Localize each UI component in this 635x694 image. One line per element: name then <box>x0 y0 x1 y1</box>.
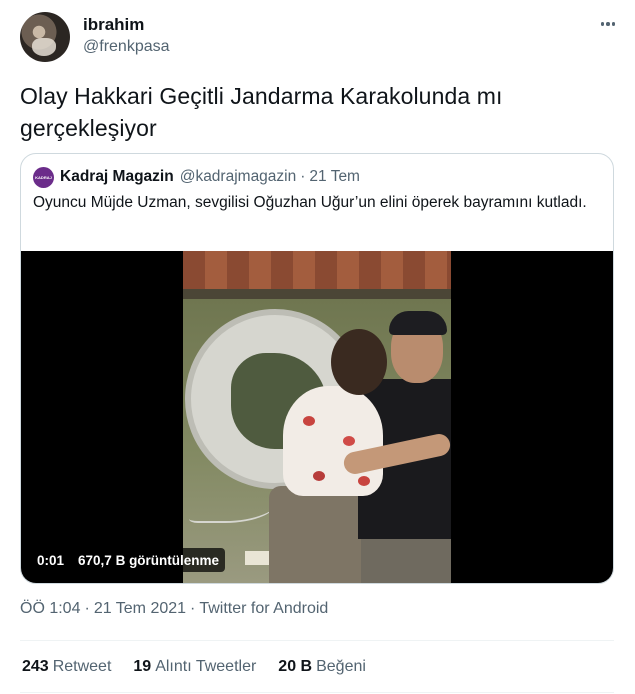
tweet-source[interactable]: Twitter for Android <box>199 600 328 617</box>
timestamp-separator: · <box>84 600 90 617</box>
video-frame <box>183 251 451 583</box>
tweet-header: ibrahim @frenkpasa <box>20 12 620 66</box>
tweet-timestamp: ÖÖ 1:04 · 21 Tem 2021 · Twitter for Android <box>20 600 328 618</box>
retweet-count-value: 243 <box>22 658 49 675</box>
author-name[interactable]: ibrahim <box>83 15 144 35</box>
video-time: 0:01 <box>37 552 65 568</box>
timestamp-separator-2: · <box>190 600 196 617</box>
like-count-value: 20 B <box>278 658 313 675</box>
quoted-author-name: Kadraj Magazin <box>60 168 174 185</box>
tweet-time[interactable]: ÖÖ 1:04 <box>20 600 80 617</box>
video-views: 670,7 B görüntülenme <box>78 552 220 568</box>
tweet: ibrahim @frenkpasa Olay Hakkari Geçitli … <box>0 0 635 694</box>
like-count-label: Beğeni <box>316 658 366 675</box>
video-player[interactable]: 0:01 670,7 B görüntülenme <box>21 251 613 583</box>
tweet-date[interactable]: 21 Tem 2021 <box>94 600 186 617</box>
tweet-stats: 243 Retweet 19 Alıntı Tweetler 20 B Beğeni <box>22 658 366 676</box>
quoted-tweet[interactable]: KADRAJ Kadraj Magazin @kadrajmagazin · 2… <box>20 153 614 584</box>
avatar[interactable] <box>20 12 70 62</box>
quoted-avatar: KADRAJ <box>33 166 54 188</box>
quote-tweet-count[interactable]: 19 Alıntı Tweetler <box>133 658 256 676</box>
bottom-divider <box>20 692 614 693</box>
author-handle[interactable]: @frenkpasa <box>83 38 170 56</box>
retweet-count-label: Retweet <box>52 658 112 675</box>
quoted-tweet-text: Oyuncu Müjde Uzman, sevgilisi Oğuzhan Uğ… <box>33 194 587 211</box>
retweet-count[interactable]: 243 Retweet <box>22 658 111 676</box>
video-meta-badge: 0:01 670,7 B görüntülenme <box>31 548 226 572</box>
divider <box>20 640 614 641</box>
quoted-author-handle: @kadrajmagazin <box>179 168 297 185</box>
quoted-tweet-header: KADRAJ Kadraj Magazin @kadrajmagazin · 2… <box>33 166 360 188</box>
like-count[interactable]: 20 B Beğeni <box>278 658 366 676</box>
quoted-separator: · <box>300 168 306 185</box>
quote-tweet-count-value: 19 <box>133 658 152 675</box>
quoted-date: 21 Tem <box>309 168 360 185</box>
quote-tweet-count-label: Alıntı Tweetler <box>155 658 257 675</box>
tweet-text: Olay Hakkari Geçitli Jandarma Karakolund… <box>20 83 503 141</box>
more-icon[interactable] <box>596 14 620 34</box>
